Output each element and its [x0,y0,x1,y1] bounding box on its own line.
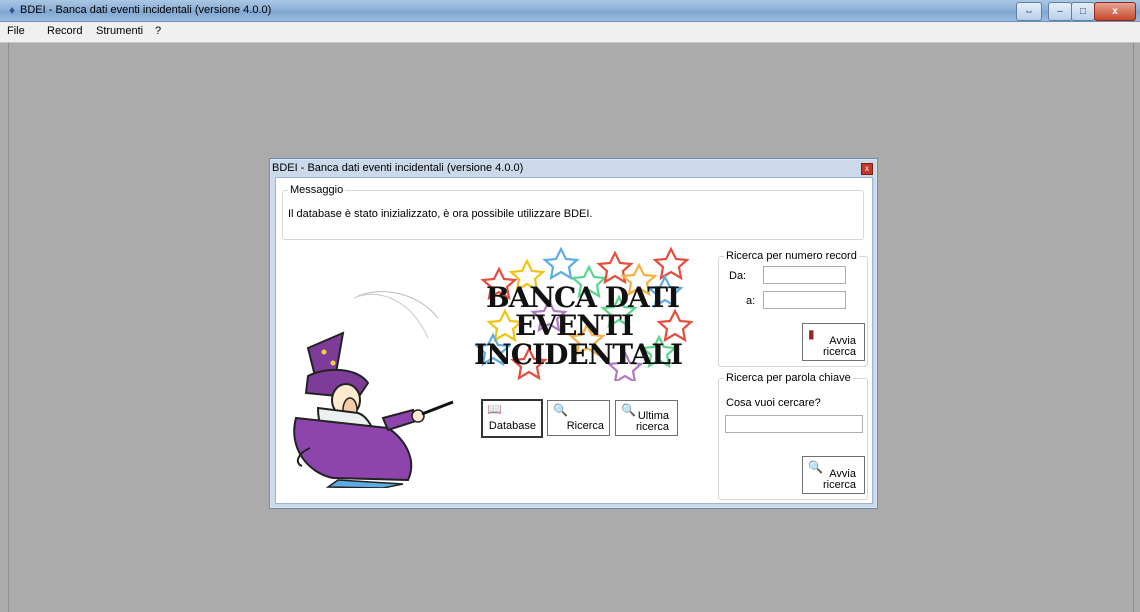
keyword-input[interactable] [725,415,863,433]
menu-strumenti[interactable]: Strumenti [96,25,143,37]
record-search-group: Ricerca per numero record Da: a: ▮ Avvia… [718,250,868,367]
keyword-search-label-2: ricerca [822,479,856,491]
ultima-ricerca-button[interactable]: 🔍 Ultima ricerca [615,400,678,436]
ricerca-label: Ricerca [566,420,604,432]
from-label: Da: [729,270,747,282]
message-legend: Messaggio [288,184,346,196]
menu-file[interactable]: File [7,25,25,37]
window-titlebar: ♦ BDEI - Banca dati eventi incidentali (… [0,0,1140,22]
search-icon: 🔍 [553,403,568,417]
keyword-search-legend: Ricerca per parola chiave [724,372,853,384]
dialog-body: Messaggio Il database è stato inizializz… [275,177,873,504]
to-label: a: [746,295,756,307]
maximize-button[interactable]: □ [1071,2,1095,21]
restore-layout-button[interactable]: ⇔ [1016,2,1042,21]
search-icon: 🔍 [621,403,636,417]
search-icon: 🔍 [808,460,823,474]
from-record-input[interactable] [763,266,846,284]
app-icon: ♦ [8,3,16,17]
minimize-button[interactable]: – [1048,2,1072,21]
database-label: Database [488,420,536,432]
menu-help[interactable]: ? [155,25,161,37]
record-search-button[interactable]: ▮ Avvia ricerca [802,323,865,361]
keyword-prompt: Cosa vuoi cercare? [726,397,821,409]
dialog-title: BDEI - Banca dati eventi incidentali (ve… [272,162,524,174]
record-search-label-2: ricerca [822,346,856,358]
database-button[interactable]: 📖 Database [481,399,543,438]
close-button[interactable]: x [1094,2,1136,21]
dialog-close-icon[interactable]: x [861,163,873,175]
message-group: Messaggio Il database è stato inizializz… [282,184,864,240]
message-text: Il database è stato inizializzato, è ora… [288,208,593,220]
menu-bar: File Record Strumenti ? [0,22,1140,43]
keyword-search-group: Ricerca per parola chiave Cosa vuoi cerc… [718,372,868,500]
ricerca-button[interactable]: 🔍 Ricerca [547,400,610,436]
ultima-label-line2: ricerca [635,421,669,433]
book-icon: 📖 [487,402,502,416]
main-dialog: BDEI - Banca dati eventi incidentali (ve… [269,158,878,509]
record-icon: ▮ [808,327,815,341]
banner-line-3: INCIDENTALI [474,338,683,371]
wizard-illustration [293,291,454,488]
window-title: BDEI - Banca dati eventi incidentali (ve… [20,4,272,16]
to-record-input[interactable] [763,291,846,309]
record-search-legend: Ricerca per numero record [724,250,859,262]
keyword-search-button[interactable]: 🔍 Avvia ricerca [802,456,865,494]
menu-record[interactable]: Record [47,25,82,37]
